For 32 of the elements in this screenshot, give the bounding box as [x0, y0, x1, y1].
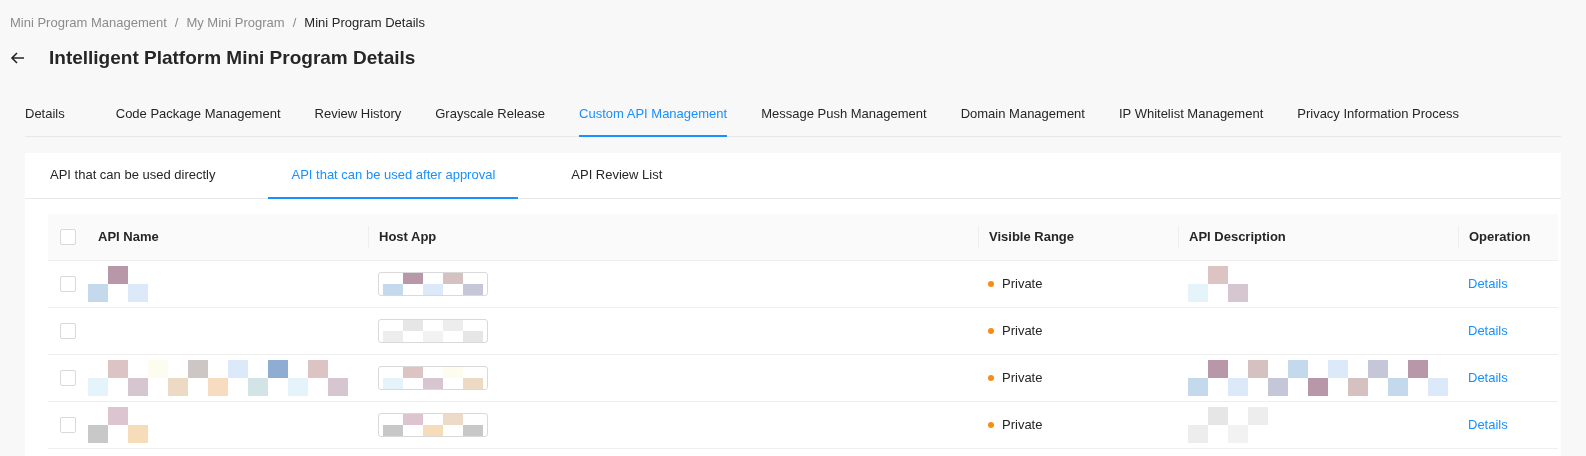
column-header: Operation [1469, 228, 1531, 247]
back-arrow-icon[interactable] [10, 50, 26, 66]
visible-range: Private [1002, 275, 1043, 294]
breadcrumb-current: Mini Program Details [304, 13, 425, 32]
subtab[interactable]: API Review List [548, 153, 686, 199]
redacted-mosaic [88, 407, 148, 443]
tab[interactable]: Details [25, 93, 65, 137]
visible-range: Private [1002, 369, 1043, 388]
column-header: Visible Range [989, 228, 1074, 247]
checkbox[interactable] [60, 229, 76, 245]
checkbox[interactable] [60, 276, 76, 292]
redacted-mosaic [1188, 266, 1248, 302]
checkbox[interactable] [60, 417, 76, 433]
column-header: API Name [98, 228, 159, 247]
breadcrumb-separator: / [174, 13, 179, 32]
visible-range: Private [1002, 322, 1043, 341]
tab[interactable]: Grayscale Release [435, 93, 546, 137]
tab[interactable]: Message Push Management [761, 93, 927, 137]
column-header: API Description [1189, 228, 1286, 247]
checkbox[interactable] [60, 370, 76, 386]
page-title: Intelligent Platform Mini Program Details [49, 45, 416, 70]
breadcrumb-separator: / [292, 13, 297, 32]
subtab[interactable]: API that can be used directly [27, 153, 239, 199]
tab[interactable]: IP Whitelist Management [1118, 93, 1264, 137]
visible-range: Private [1002, 416, 1043, 435]
tab[interactable]: Code Package Management [115, 93, 281, 137]
checkbox[interactable] [60, 323, 76, 339]
tab[interactable]: Privacy Information Process [1297, 93, 1460, 137]
tab[interactable]: Domain Management [960, 93, 1085, 137]
tab[interactable]: Review History [314, 93, 402, 137]
column-header: Host App [379, 228, 437, 247]
redacted-mosaic [88, 266, 148, 302]
